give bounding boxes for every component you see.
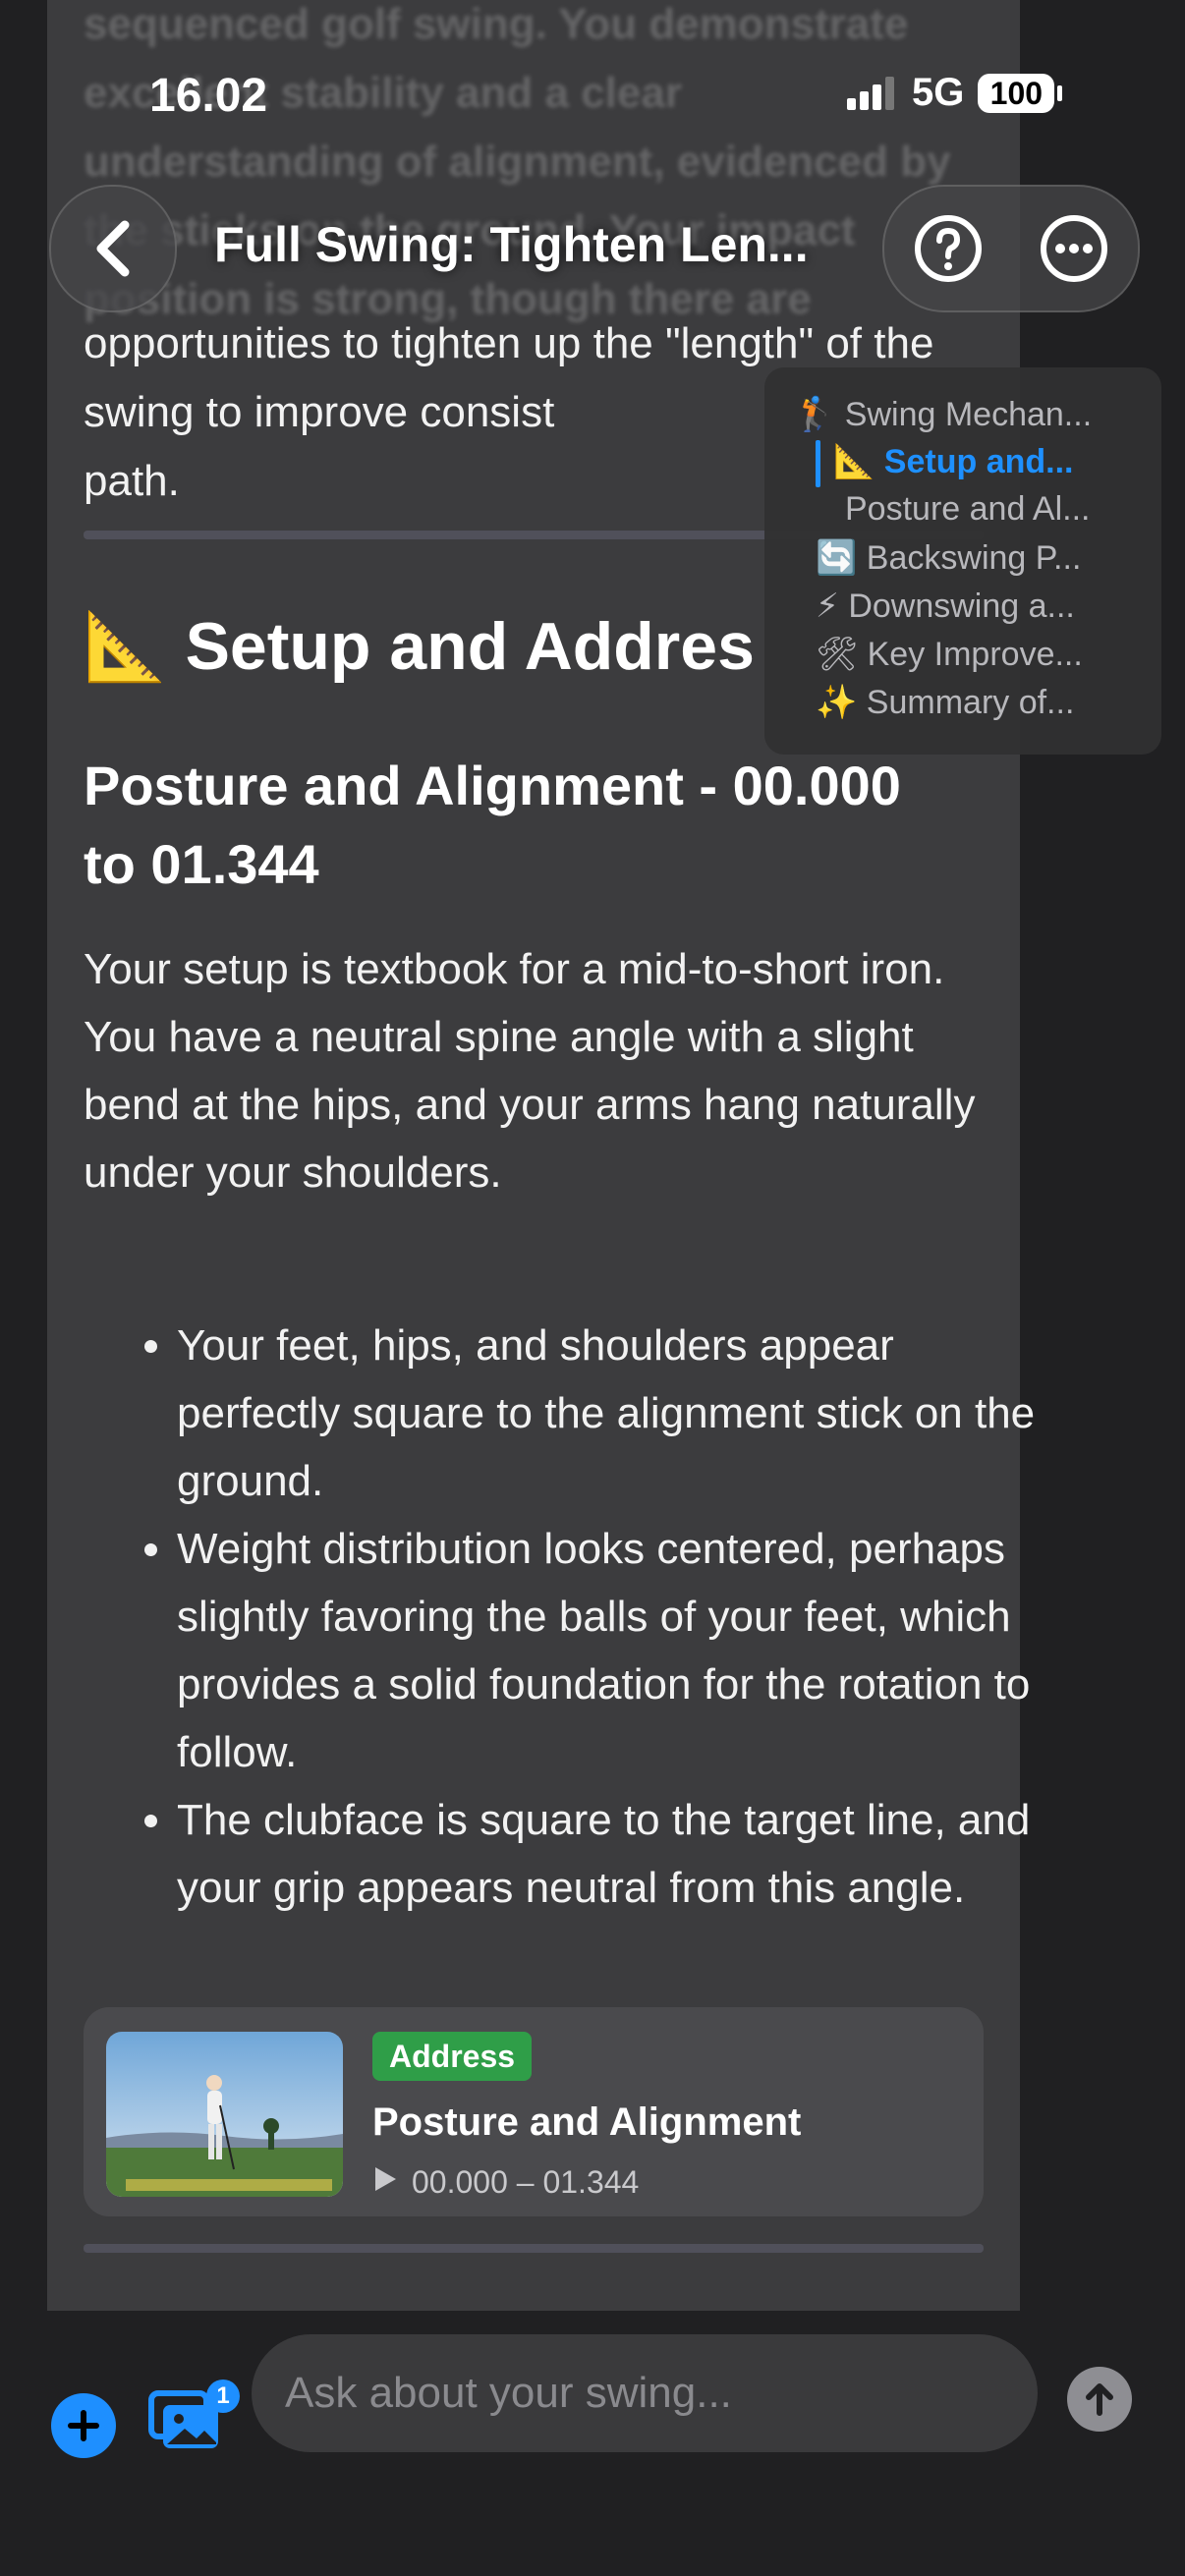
clip-thumbnail[interactable] [106, 2032, 343, 2197]
arrow-up-icon [1086, 2383, 1113, 2416]
play-icon [372, 2164, 398, 2201]
media-count-badge: 1 [206, 2380, 240, 2413]
subsection-heading: Posture and Alignment - 00.000 to 01.344 [84, 755, 901, 895]
composer-bar: 1 [0, 2311, 1185, 2576]
toc-item-summary[interactable]: ✨ Summary of... [816, 683, 1074, 722]
toc-item-key-improvements[interactable]: 🛠 Key Improve... [816, 635, 1083, 674]
chevron-left-icon [96, 220, 130, 277]
toc-label: Posture and Al... [845, 490, 1091, 528]
toc-item-posture[interactable]: Posture and Al... [845, 490, 1091, 529]
ellipsis-circle-icon [1041, 215, 1107, 282]
battery-icon: 100 [978, 73, 1063, 113]
toc-item-swing-mechanics[interactable]: 🏌 Swing Mechan... [794, 395, 1092, 434]
section-heading: 📐 Setup and Addres [84, 607, 755, 686]
golfer-icon: 🏌 [794, 396, 836, 433]
paragraph: Your setup is textbook for a mid-to-shor… [84, 945, 976, 1197]
toc-label: Swing Mechan... [844, 396, 1093, 433]
more-button[interactable] [1030, 204, 1118, 293]
plus-icon [68, 2410, 99, 2441]
triangle-ruler-icon: 📐 [833, 443, 875, 480]
toc-label: Setup and... [883, 443, 1074, 480]
list-item: Your feet, hips, and shoulders appear pe… [177, 1312, 1042, 1515]
toc-item-downswing[interactable]: ⚡ Downswing a... [816, 587, 1075, 626]
faded-intro-text: sequenced golf swing. You demonstrate ex… [84, 0, 951, 323]
add-button[interactable] [51, 2393, 116, 2458]
status-icons: 5G 100 [847, 71, 1063, 115]
intro-text-line-2: path. [84, 457, 180, 505]
page-title: Full Swing: Tighten Len... [214, 217, 809, 272]
toc-label: Key Improve... [867, 636, 1083, 673]
clip-title: Posture and Alignment [372, 2100, 802, 2144]
video-clip-card[interactable]: Address Posture and Alignment 00.000 – 0… [84, 2007, 984, 2216]
network-label: 5G [912, 71, 965, 114]
help-button[interactable] [904, 204, 992, 293]
clip-badge: Address [372, 2032, 533, 2081]
chat-input[interactable] [252, 2334, 1038, 2452]
rotate-icon: 🔄 [816, 539, 858, 577]
lightning-icon: ⚡ [816, 588, 839, 625]
list-item: The clubface is square to the target lin… [177, 1786, 1042, 1922]
toc-label: Summary of... [866, 684, 1075, 721]
toc-active-indicator [816, 440, 820, 487]
tools-icon: 🛠 [816, 636, 859, 673]
triangle-ruler-icon: 📐 [84, 609, 167, 684]
media-button[interactable]: 1 [147, 2380, 240, 2462]
clip-time: 00.000 – 01.344 [372, 2164, 639, 2201]
signal-icon [847, 76, 894, 110]
clip-time-text: 00.000 – 01.344 [412, 2164, 640, 2200]
toc-label: Backswing P... [866, 539, 1082, 577]
toc-item-backswing[interactable]: 🔄 Backswing P... [816, 538, 1081, 578]
section-heading-text: Setup and Addres [185, 609, 755, 684]
toc-item-setup[interactable]: 📐 Setup and... [833, 442, 1073, 481]
sparkles-icon: ✨ [816, 684, 858, 721]
back-button[interactable] [49, 185, 177, 312]
toc-label: Downswing a... [848, 588, 1075, 625]
bullet-list: Your feet, hips, and shoulders appear pe… [128, 1312, 1042, 1922]
list-item: Weight distribution looks centered, perh… [177, 1515, 1042, 1786]
header-actions [882, 185, 1140, 312]
status-time: 16.02 [149, 70, 268, 122]
divider [84, 2244, 984, 2253]
send-button[interactable] [1067, 2367, 1132, 2432]
table-of-contents: 🏌 Swing Mechan... 📐 Setup and... Posture… [764, 367, 1161, 755]
question-circle-icon [915, 215, 982, 282]
